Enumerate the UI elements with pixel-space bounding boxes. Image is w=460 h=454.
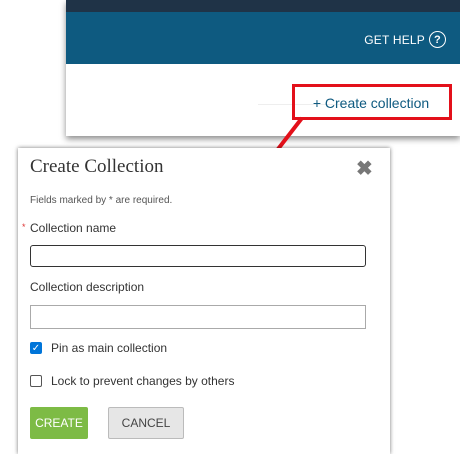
collection-description-input[interactable] [30,305,366,329]
create-button[interactable]: CREATE [30,407,88,439]
collection-description-label: Collection description [30,280,145,294]
pin-checkbox[interactable]: ✓ [30,342,42,354]
cancel-button[interactable]: CANCEL [108,407,184,439]
required-note: Fields marked by * are required. [30,195,173,206]
collection-name-input[interactable] [30,245,366,267]
required-star: * [22,222,26,232]
collection-name-label: * Collection name [22,221,117,235]
collection-name-label-text: Collection name [30,221,117,235]
close-icon[interactable]: ✖ [356,156,373,181]
pin-label: Pin as main collection [51,341,168,355]
lock-label: Lock to prevent changes by others [51,374,235,388]
lock-collection-row[interactable]: Lock to prevent changes by others [30,374,234,388]
dialog-title: Create Collection [30,156,164,177]
create-collection-dialog: Create Collection ✖ Fields marked by * a… [18,148,390,454]
pin-main-collection-row[interactable]: ✓ Pin as main collection [30,341,167,355]
lock-checkbox[interactable] [30,375,42,387]
